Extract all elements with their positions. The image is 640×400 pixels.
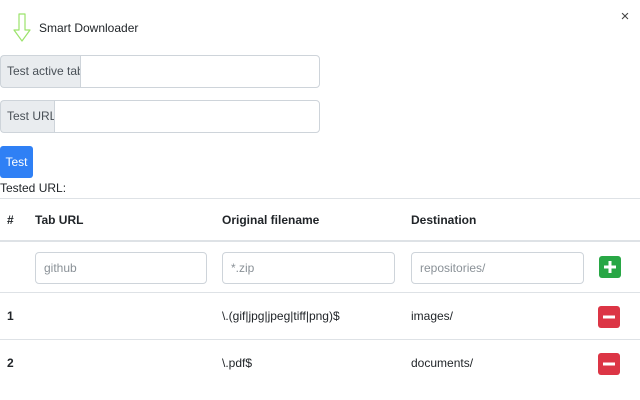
close-button[interactable]: × xyxy=(616,8,634,26)
header-original-filename: Original filename xyxy=(222,213,320,227)
test-url-group: Test URL xyxy=(0,100,320,133)
add-rule-button[interactable] xyxy=(599,256,621,278)
test-url-input[interactable] xyxy=(54,100,320,133)
minus-icon xyxy=(603,315,615,319)
smart-downloader-popup: Smart Downloader × Test active tab Test … xyxy=(0,0,640,400)
down-arrow-icon xyxy=(13,13,31,42)
plus-icon xyxy=(604,261,616,273)
rule-destination: images/ xyxy=(411,309,454,323)
app-title: Smart Downloader xyxy=(39,21,139,35)
rule-number: 1 xyxy=(7,309,14,323)
rule-original-filename: \.(gif|jpg|jpeg|tiff|png)$ xyxy=(222,309,340,323)
test-button[interactable]: Test xyxy=(0,146,33,178)
test-active-tab-label: Test active tab xyxy=(0,55,84,88)
new-rule-row xyxy=(0,240,640,292)
test-active-tab-input[interactable] xyxy=(80,55,320,88)
table-header-row: # Tab URL Original filename Destination xyxy=(0,198,640,240)
rule-number: 2 xyxy=(7,356,14,370)
header: Smart Downloader × xyxy=(0,0,640,50)
tested-url-label: Tested URL: xyxy=(0,181,67,195)
header-num: # xyxy=(7,213,14,227)
table-row: 1 \.(gif|jpg|jpeg|tiff|png)$ images/ xyxy=(0,292,640,339)
header-tab-url: Tab URL xyxy=(35,213,84,227)
table-row: 2 \.pdf$ documents/ xyxy=(0,339,640,386)
remove-rule-button[interactable] xyxy=(598,306,620,328)
test-url-label: Test URL xyxy=(0,100,56,133)
remove-rule-button[interactable] xyxy=(598,353,620,375)
new-tab-url-input[interactable] xyxy=(35,252,207,284)
close-icon: × xyxy=(620,8,630,25)
new-destination-input[interactable] xyxy=(411,252,584,284)
rule-destination: documents/ xyxy=(411,356,474,370)
minus-icon xyxy=(603,362,615,366)
rule-original-filename: \.pdf$ xyxy=(222,356,253,370)
test-active-tab-group: Test active tab xyxy=(0,55,320,88)
header-destination: Destination xyxy=(411,213,477,227)
new-original-filename-input[interactable] xyxy=(222,252,395,284)
